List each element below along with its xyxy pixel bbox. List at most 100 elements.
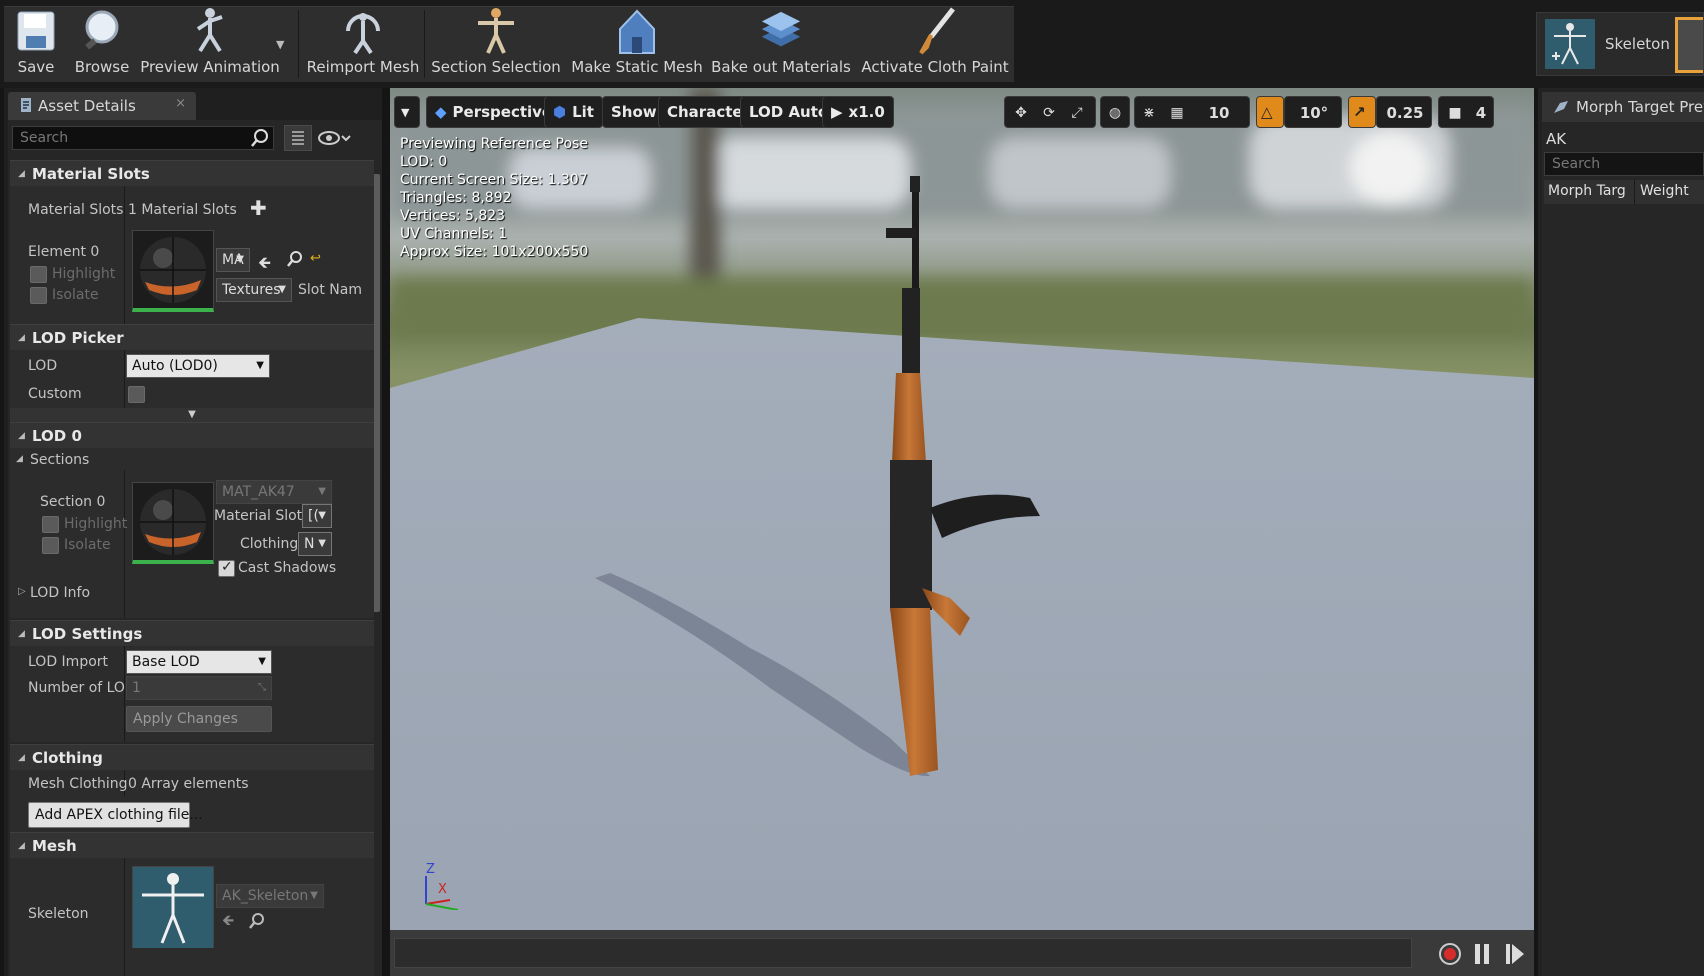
lod-import-dropdown[interactable]: Base LOD ▼: [126, 650, 272, 674]
layers-icon: [758, 6, 804, 56]
scale-snap-icon[interactable]: ↗: [1348, 96, 1376, 128]
rotate-icon[interactable]: ⟳: [1037, 101, 1061, 125]
world-globe-icon[interactable]: ◍: [1103, 101, 1127, 125]
browse-material-icon[interactable]: [286, 250, 304, 272]
scale-icon[interactable]: ⤢: [1065, 101, 1089, 125]
grid-snap-value[interactable]: 10: [1193, 101, 1245, 125]
skeleton-value: AK_Skeleton: [222, 888, 309, 904]
material-slots-category[interactable]: ◢ Material Slots: [10, 160, 374, 186]
highlight-checkbox[interactable]: [30, 266, 47, 283]
cast-shadows-checkbox[interactable]: [218, 559, 235, 577]
material-slot-value: [(: [308, 508, 319, 524]
property-matrix-icon[interactable]: [284, 125, 312, 151]
camera-speed-group: ■ 4: [1438, 96, 1494, 128]
morph-target-column[interactable]: Morph Targ: [1548, 183, 1626, 199]
search-icon[interactable]: [250, 128, 270, 152]
material-slot-dropdown[interactable]: [(▼: [302, 504, 332, 528]
skeleton-thumbnail-icon[interactable]: [132, 866, 214, 948]
add-material-slot-icon[interactable]: ✚: [250, 196, 267, 220]
lod0-header: LOD 0: [32, 426, 82, 445]
translate-icon[interactable]: ✥: [1009, 101, 1033, 125]
preview-animation-dropdown-icon[interactable]: ▼: [276, 38, 284, 51]
browse-button[interactable]: Browse: [70, 6, 134, 82]
section-highlight-checkbox[interactable]: [42, 516, 59, 533]
rotation-snap-group: 10°: [1284, 96, 1342, 128]
section-selection-label: Section Selection: [431, 58, 561, 76]
activate-cloth-paint-label: Activate Cloth Paint: [861, 58, 1009, 76]
show-button[interactable]: Show: [602, 96, 666, 128]
lod-picker-header: LOD Picker: [32, 328, 124, 347]
material-combo[interactable]: MA ▼: [216, 248, 250, 272]
viewport[interactable]: ▼ ◆ Perspective ⬢ Lit Show Character LOD…: [390, 88, 1534, 976]
animation-transport-bar: [390, 930, 1534, 976]
number-of-lod-input[interactable]: 1 ⤡: [126, 676, 272, 700]
mesh-category[interactable]: ◢ Mesh: [10, 832, 374, 858]
custom-checkbox[interactable]: [128, 386, 145, 403]
section-material-thumbnail[interactable]: [132, 482, 214, 564]
section-selection-button[interactable]: Section Selection: [431, 6, 561, 82]
eye-visibility-icon[interactable]: [318, 129, 352, 151]
rotation-snap-icon[interactable]: △: [1256, 96, 1284, 128]
morph-search-input[interactable]: Search: [1544, 152, 1704, 176]
camera-icon[interactable]: ■: [1443, 101, 1467, 125]
isolate-checkbox[interactable]: [30, 287, 47, 304]
apply-changes-button[interactable]: Apply Changes: [126, 706, 272, 732]
morph-target-icon: [1552, 99, 1570, 119]
grid-icon[interactable]: ▦: [1165, 101, 1189, 125]
rotation-snap-value[interactable]: 10°: [1291, 101, 1337, 125]
clothing-label: Clothing: [240, 536, 299, 552]
perspective-button[interactable]: ◆ Perspective: [426, 96, 562, 128]
collapse-arrow-icon[interactable]: ◢: [16, 454, 23, 464]
reset-to-default-icon[interactable]: ↩: [310, 251, 321, 266]
column-divider: [124, 858, 125, 976]
surface-snap-icon[interactable]: ⋇: [1137, 101, 1161, 125]
pause-icon[interactable]: [1472, 942, 1492, 970]
scale-snap-value[interactable]: 0.25: [1381, 101, 1429, 125]
viewport-stats: Previewing Reference Pose LOD: 0 Current…: [400, 135, 588, 261]
add-apex-clothing-button[interactable]: Add APEX clothing file...: [28, 802, 203, 828]
lod-label: LOD: [28, 358, 58, 374]
morph-target-preview-tab[interactable]: Morph Target Previ: [1542, 92, 1704, 122]
perspective-label: Perspective: [452, 103, 553, 121]
skeleton-editor-tab[interactable]: Skeleton: [1536, 12, 1704, 76]
save-button[interactable]: Save: [10, 6, 62, 82]
textures-label: Textures: [222, 282, 281, 298]
reimport-mesh-button[interactable]: Reimport Mesh: [306, 6, 420, 82]
textures-dropdown[interactable]: Textures ▼: [216, 278, 292, 302]
morph-list-header: Morph Targ Weight: [1544, 180, 1704, 204]
preview-animation-button[interactable]: Preview Animation: [140, 6, 280, 82]
lod-settings-category[interactable]: ◢ LOD Settings: [10, 620, 374, 646]
scale-snap-group: 0.25: [1376, 96, 1432, 128]
clothing-dropdown[interactable]: N ▼: [298, 532, 332, 556]
details-search-input[interactable]: Search: [12, 126, 274, 150]
timeline-scrubber[interactable]: [394, 938, 1412, 968]
browse-skeleton-icon[interactable]: [248, 912, 266, 934]
save-icon: [13, 6, 59, 56]
make-static-mesh-button[interactable]: Make Static Mesh: [570, 6, 704, 82]
lod0-category[interactable]: ◢ LOD 0: [10, 422, 374, 448]
mesh-editor-tab-icon[interactable]: [1675, 17, 1703, 73]
activate-cloth-paint-button[interactable]: Activate Cloth Paint: [861, 6, 1009, 82]
camera-speed-value[interactable]: 4: [1469, 101, 1493, 125]
viewport-options-dropdown[interactable]: ▼: [394, 96, 420, 128]
close-icon[interactable]: ×: [175, 96, 186, 111]
section-isolate-checkbox[interactable]: [42, 537, 59, 554]
lod-picker-category[interactable]: ◢ LOD Picker: [10, 324, 374, 350]
advanced-expand-icon[interactable]: ▼: [10, 408, 374, 422]
material-thumbnail[interactable]: [132, 230, 214, 312]
morph-target-tab-label: Morph Target Previ: [1576, 98, 1704, 116]
use-selected-arrow-icon[interactable]: 🡸: [258, 252, 271, 279]
lod-dropdown[interactable]: Auto (LOD0) ▼: [126, 354, 270, 378]
step-forward-icon[interactable]: [1504, 942, 1526, 970]
main-toolbar: Save Browse Preview Animation ▼ Reimport…: [0, 0, 1704, 88]
weight-column[interactable]: Weight: [1640, 183, 1689, 199]
bake-out-materials-button[interactable]: Bake out Materials: [711, 6, 851, 82]
clothing-category[interactable]: ◢ Clothing: [10, 744, 374, 770]
playback-speed-button[interactable]: ▶ x1.0: [822, 96, 894, 128]
lit-button[interactable]: ⬢ Lit: [544, 96, 603, 128]
use-selected-arrow-icon[interactable]: 🡸: [222, 910, 234, 935]
record-icon[interactable]: [1438, 942, 1462, 970]
asset-details-tab[interactable]: Asset Details ×: [8, 92, 196, 120]
stats-line: LOD: 0: [400, 154, 448, 170]
expand-arrow-icon[interactable]: ▷: [18, 586, 26, 597]
